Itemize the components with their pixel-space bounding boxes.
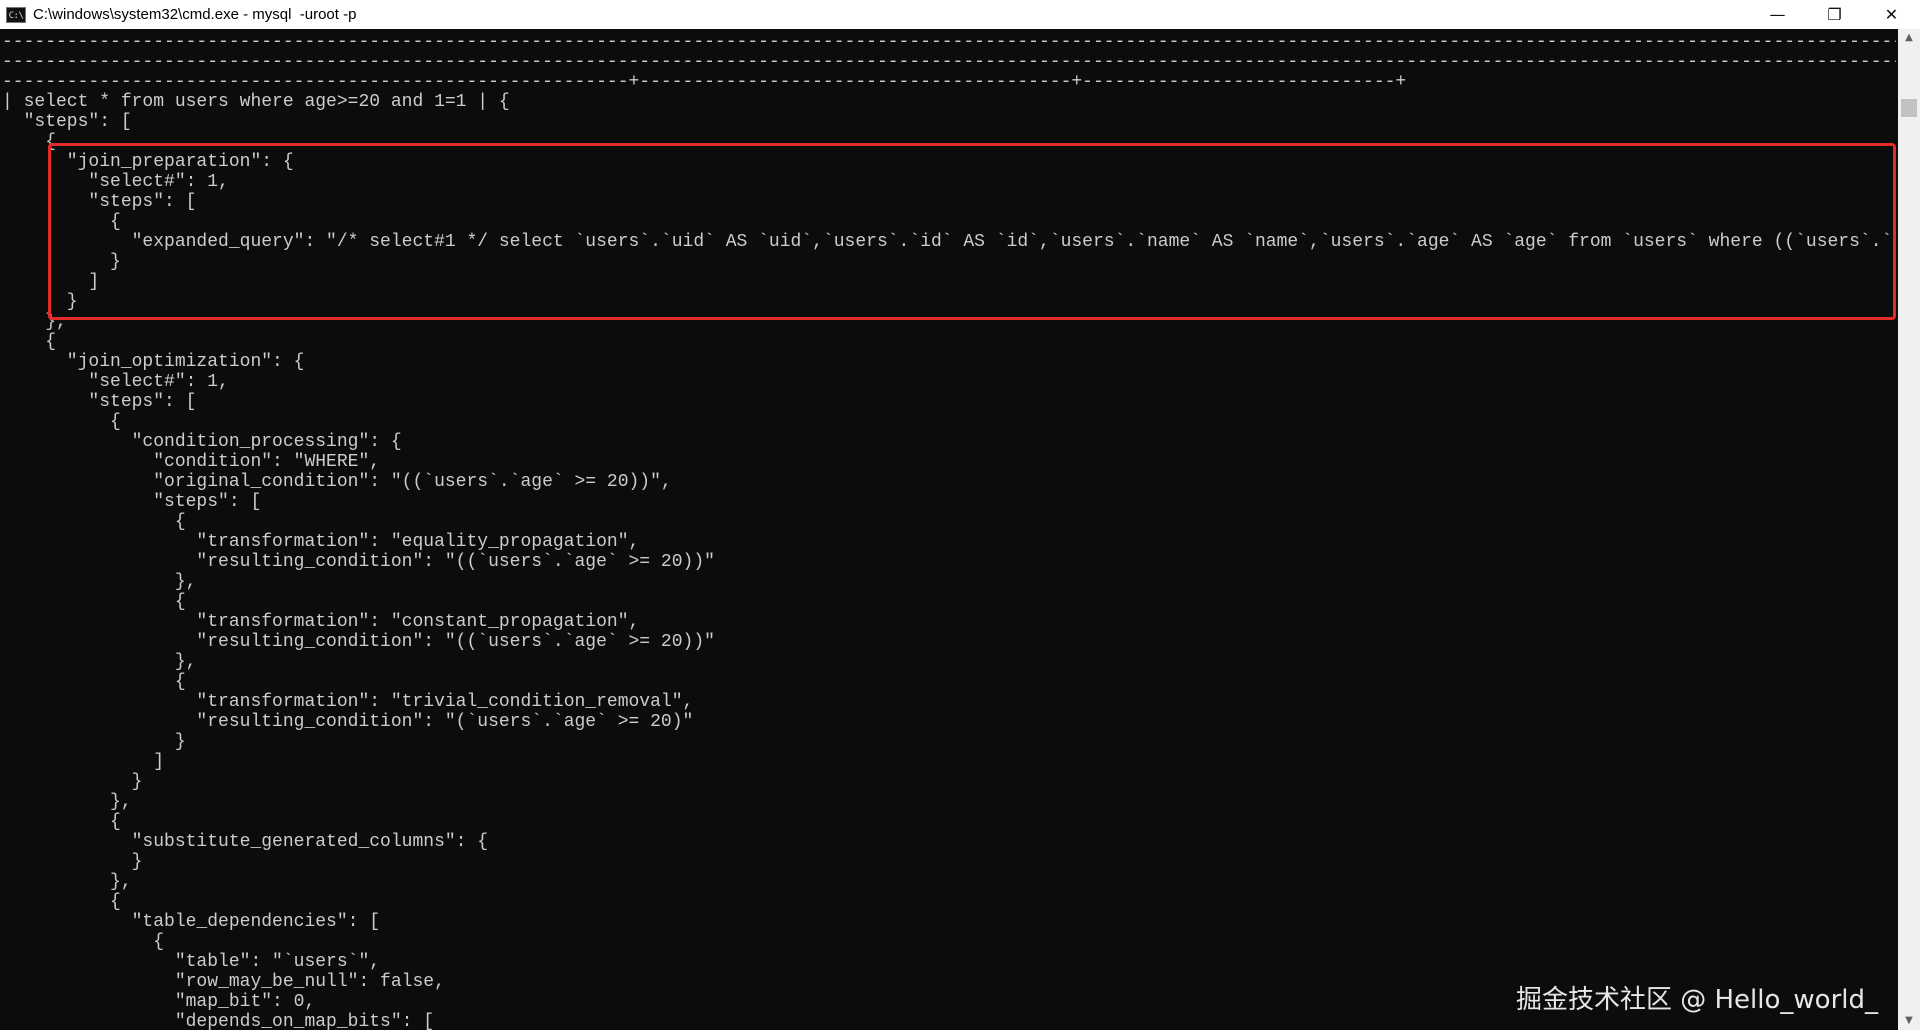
terminal-line: ----------------------------------------…: [2, 72, 1407, 92]
scroll-thumb[interactable]: [1901, 99, 1917, 117]
minimize-button[interactable]: —: [1749, 0, 1806, 29]
terminal-line: {: [2, 812, 121, 832]
title-bar[interactable]: C:\ C:\windows\system32\cmd.exe - mysql …: [0, 0, 1920, 29]
terminal-line: "table_dependencies": [: [2, 912, 381, 932]
window-title: C:\windows\system32\cmd.exe - mysql -uro…: [33, 6, 357, 23]
terminal-line: "table": "`users`",: [2, 952, 381, 972]
terminal-line: ]: [2, 272, 100, 292]
terminal-line: ]: [2, 752, 165, 772]
vertical-scrollbar[interactable]: ▲ ▼: [1898, 29, 1920, 1030]
terminal-line: {: [2, 212, 121, 232]
terminal-line: {: [2, 132, 57, 152]
terminal-line: {: [2, 672, 186, 692]
terminal-line: }: [2, 252, 121, 272]
terminal-line: "condition_processing": {: [2, 432, 402, 452]
watermark: 掘金技术社区 @ Hello_world_: [1515, 985, 1878, 1015]
terminal-line: }: [2, 292, 78, 312]
terminal-line: "select#": 1,: [2, 172, 229, 192]
terminal-line: "resulting_condition": "(`users`.`age` >…: [2, 712, 694, 732]
close-button[interactable]: ✕: [1863, 0, 1920, 29]
terminal-line: },: [2, 312, 67, 332]
terminal-line: "resulting_condition": "((`users`.`age` …: [2, 552, 715, 572]
terminal-line: "steps": [: [2, 392, 197, 412]
cmd-window: C:\ C:\windows\system32\cmd.exe - mysql …: [0, 0, 1920, 1030]
terminal-line: {: [2, 332, 57, 352]
terminal-line: | select * from users where age>=20 and …: [2, 92, 510, 112]
scroll-up-arrow-icon[interactable]: ▲: [1898, 29, 1920, 47]
terminal-line: "select#": 1,: [2, 372, 229, 392]
terminal-line: "substitute_generated_columns": {: [2, 832, 489, 852]
terminal-line: "condition": "WHERE",: [2, 452, 381, 472]
scroll-down-arrow-icon[interactable]: ▼: [1898, 1012, 1920, 1030]
restore-button[interactable]: ❐: [1806, 0, 1863, 29]
terminal-line: {: [2, 892, 121, 912]
terminal-line: "resulting_condition": "((`users`.`age` …: [2, 632, 715, 652]
terminal-line: },: [2, 652, 197, 672]
terminal-line: "original_condition": "((`users`.`age` >…: [2, 472, 672, 492]
terminal-line: },: [2, 792, 132, 812]
terminal-line: "steps": [: [2, 192, 197, 212]
terminal-lines: ----------------------------------------…: [2, 32, 1896, 1030]
terminal-line: }: [2, 852, 143, 872]
terminal-line: "transformation": "trivial_condition_rem…: [2, 692, 694, 712]
cmd-icon: C:\: [6, 6, 26, 23]
terminal-line: {: [2, 592, 186, 612]
terminal-line: "transformation": "equality_propagation"…: [2, 532, 640, 552]
terminal-line: }: [2, 772, 143, 792]
terminal-line: {: [2, 412, 121, 432]
terminal-line: },: [2, 872, 132, 892]
terminal-line: {: [2, 932, 165, 952]
terminal-line: {: [2, 512, 186, 532]
terminal-line: },: [2, 572, 197, 592]
terminal-line: }: [2, 732, 186, 752]
terminal-line: "transformation": "constant_propagation"…: [2, 612, 640, 632]
terminal-line: "steps": [: [2, 492, 262, 512]
terminal-line: "expanded_query": "/* select#1 */ select…: [2, 232, 1896, 252]
terminal-line: "join_preparation": {: [2, 152, 294, 172]
terminal-line: ----------------------------------------…: [2, 52, 1896, 72]
terminal-line: "join_optimization": {: [2, 352, 305, 372]
terminal-line: "steps": [: [2, 112, 132, 132]
terminal-output[interactable]: ----------------------------------------…: [0, 29, 1898, 1030]
terminal-line: ----------------------------------------…: [2, 32, 1896, 52]
